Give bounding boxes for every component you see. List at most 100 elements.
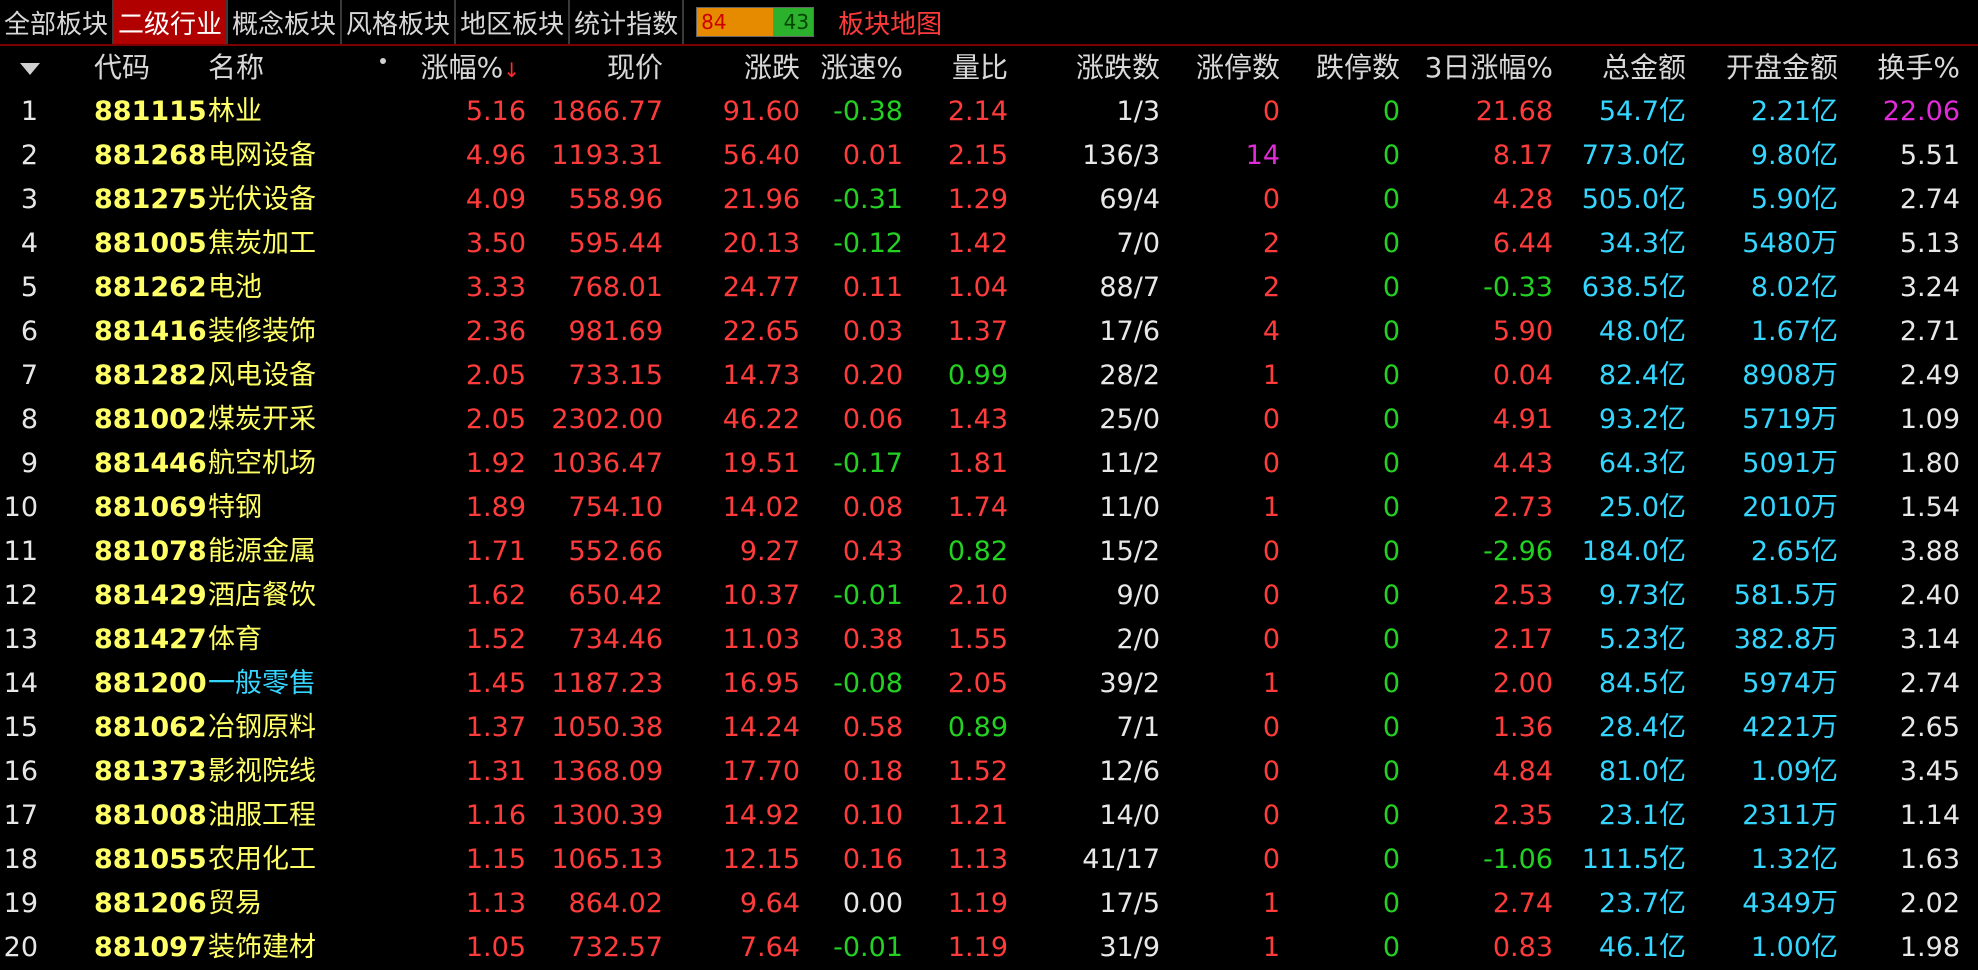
price: 1050.38 (551, 712, 663, 743)
sector-name: 冶钢原料 (208, 712, 316, 743)
total-amount: 93.2亿 (1598, 404, 1686, 435)
pct-3d: 4.84 (1492, 756, 1553, 787)
table-row[interactable]: 10 881069 特钢 1.89 754.10 14.02 0.08 1.74 11/0 1 0 2… (0, 486, 1978, 530)
total-amount: 505.0亿 (1581, 184, 1686, 215)
price: 1065.13 (551, 844, 663, 875)
table-row[interactable]: 3 881275 光伏设备 4.09 558.96 21.96 -0.31 1.29 69/4 0… (0, 178, 1978, 222)
header-amount[interactable]: 总金额 (1602, 46, 1686, 90)
header-turnover[interactable]: 换手% (1877, 46, 1960, 90)
open-amount: 1.67亿 (1750, 316, 1838, 347)
limit-down-count: 0 (1382, 316, 1400, 347)
table-row[interactable]: 18 881055 农用化工 1.15 1065.13 12.15 0.16 1.13 41/1… (0, 838, 1978, 882)
limit-down-count: 0 (1382, 536, 1400, 567)
header-pct[interactable]: 涨幅%↓ (421, 46, 520, 90)
limit-down-count: 0 (1382, 492, 1400, 523)
pct-change: 2.05 (465, 404, 526, 435)
volume-ratio: 2.14 (947, 96, 1008, 127)
header-price[interactable]: 现价 (607, 46, 663, 90)
sort-desc-arrow-icon: ↓ (503, 58, 520, 82)
up-down-count: 25/0 (1099, 404, 1160, 435)
turnover: 5.51 (1899, 140, 1960, 171)
header-vol-ratio[interactable]: 量比 (952, 46, 1008, 90)
table-row[interactable]: 2 881268 电网设备 4.96 1193.31 56.40 0.01 2.15 136/3… (0, 134, 1978, 178)
pct-change: 1.16 (465, 800, 526, 831)
speed: 0.43 (842, 536, 903, 567)
table-row[interactable]: 15 881062 冶钢原料 1.37 1050.38 14.24 0.58 0.89 7/1 0… (0, 706, 1978, 750)
turnover: 1.98 (1899, 932, 1960, 963)
header-code[interactable]: 代码 (94, 46, 150, 90)
tab-all-sectors[interactable]: 全部板块 (0, 0, 115, 44)
table-row[interactable]: 14 881200 一般零售 1.45 1187.23 16.95 -0.08 2.05 39/… (0, 662, 1978, 706)
pct-change: 1.52 (465, 624, 526, 655)
table-row[interactable]: 11 881078 能源金属 1.71 552.66 9.27 0.43 0.82 15/2 0 0… (0, 530, 1978, 574)
open-amount: 581.5万 (1733, 580, 1838, 611)
sector-name: 电池 (208, 272, 262, 303)
turnover: 1.54 (1899, 492, 1960, 523)
volume-ratio: 0.89 (947, 712, 1008, 743)
speed: 0.16 (842, 844, 903, 875)
header-name[interactable]: 名称 (208, 46, 264, 90)
sector-name: 焦炭加工 (208, 228, 316, 259)
turnover: 22.06 (1882, 96, 1960, 127)
table-row[interactable]: 6 881416 装修装饰 2.36 981.69 22.65 0.03 1.37 17/6 4 0… (0, 310, 1978, 354)
tab-concept-sectors[interactable]: 概念板块 (228, 0, 343, 44)
total-amount: 25.0亿 (1598, 492, 1686, 523)
sector-code: 881427 (94, 624, 207, 655)
sector-name: 航空机场 (208, 448, 316, 479)
table-row[interactable]: 1 881115 林业 5.16 1866.77 91.60 -0.38 2.14 1/3 0 0 2… (0, 90, 1978, 134)
open-amount: 2311万 (1742, 800, 1838, 831)
speed: 0.03 (842, 316, 903, 347)
table-row[interactable]: 8 881002 煤炭开采 2.05 2302.00 46.22 0.06 1.43 25/0 0… (0, 398, 1978, 442)
pct-3d: 2.74 (1492, 888, 1553, 919)
total-amount: 9.73亿 (1598, 580, 1686, 611)
open-amount: 2.65亿 (1750, 536, 1838, 567)
header-updown-count[interactable]: 涨跌数 (1076, 46, 1160, 90)
row-index: 8 (20, 404, 38, 435)
header-speed[interactable]: 涨速% (820, 46, 903, 90)
limit-up-count: 2 (1262, 272, 1280, 303)
tab-style-sectors[interactable]: 风格板块 (342, 0, 457, 44)
open-amount: 5091万 (1742, 448, 1838, 479)
tab-statistic-index[interactable]: 统计指数 (570, 0, 685, 44)
header-limit-up[interactable]: 涨停数 (1196, 46, 1280, 90)
table-row[interactable]: 5 881262 电池 3.33 768.01 24.77 0.11 1.04 88/7 2 0 -0… (0, 266, 1978, 310)
table-row[interactable]: 4 881005 焦炭加工 3.50 595.44 20.13 -0.12 1.42 7/0 2 0… (0, 222, 1978, 266)
sector-code: 881055 (94, 844, 207, 875)
up-count: 84 (697, 8, 774, 36)
header-pct3d[interactable]: 3日涨幅% (1425, 46, 1553, 90)
tab-region-sectors[interactable]: 地区板块 (456, 0, 571, 44)
header-limit-down[interactable]: 跌停数 (1316, 46, 1400, 90)
limit-down-count: 0 (1382, 844, 1400, 875)
table-row[interactable]: 9 881446 航空机场 1.92 1036.47 19.51 -0.17 1.81 11/2… (0, 442, 1978, 486)
table-row[interactable]: 13 881427 体育 1.52 734.46 11.03 0.38 1.55 2/0 0 0 2.… (0, 618, 1978, 662)
table-row[interactable]: 20 881097 装饰建材 1.05 732.57 7.64 -0.01 1.19 31/9 1… (0, 926, 1978, 970)
header-change[interactable]: 涨跌 (744, 46, 800, 90)
limit-down-count: 0 (1382, 668, 1400, 699)
row-index: 18 (3, 844, 38, 875)
header-open-amount[interactable]: 开盘金额 (1726, 46, 1838, 90)
table-row[interactable]: 7 881282 风电设备 2.05 733.15 14.73 0.20 0.99 28/2 1 0… (0, 354, 1978, 398)
table-body: 1 881115 林业 5.16 1866.77 91.60 -0.38 2.14 1/3 0 0 2… (0, 90, 1978, 970)
open-amount: 1.00亿 (1750, 932, 1838, 963)
sort-menu-caret-icon[interactable] (20, 63, 40, 75)
turnover: 3.14 (1899, 624, 1960, 655)
pct-3d: 6.44 (1492, 228, 1553, 259)
sector-map-link[interactable]: 板块地图 (838, 4, 942, 41)
price: 558.96 (568, 184, 663, 215)
sector-name: 影视院线 (208, 756, 316, 787)
table-row[interactable]: 17 881008 油服工程 1.16 1300.39 14.92 0.10 1.21 14/0… (0, 794, 1978, 838)
pct-change: 1.13 (465, 888, 526, 919)
volume-ratio: 2.15 (947, 140, 1008, 171)
change: 12.15 (722, 844, 800, 875)
open-amount: 9.80亿 (1750, 140, 1838, 171)
turnover: 3.45 (1899, 756, 1960, 787)
tab-secondary-industry[interactable]: 二级行业 (114, 0, 229, 44)
price: 981.69 (568, 316, 663, 347)
pct-3d: 4.43 (1492, 448, 1553, 479)
price: 733.15 (568, 360, 663, 391)
turnover: 1.80 (1899, 448, 1960, 479)
table-row[interactable]: 12 881429 酒店餐饮 1.62 650.42 10.37 -0.01 2.10 9/0 0… (0, 574, 1978, 618)
table-row[interactable]: 19 881206 贸易 1.13 864.02 9.64 0.00 1.19 17/5 1 0 2.… (0, 882, 1978, 926)
table-row[interactable]: 16 881373 影视院线 1.31 1368.09 17.70 0.18 1.52 12/6… (0, 750, 1978, 794)
pct-3d: -1.06 (1483, 844, 1553, 875)
